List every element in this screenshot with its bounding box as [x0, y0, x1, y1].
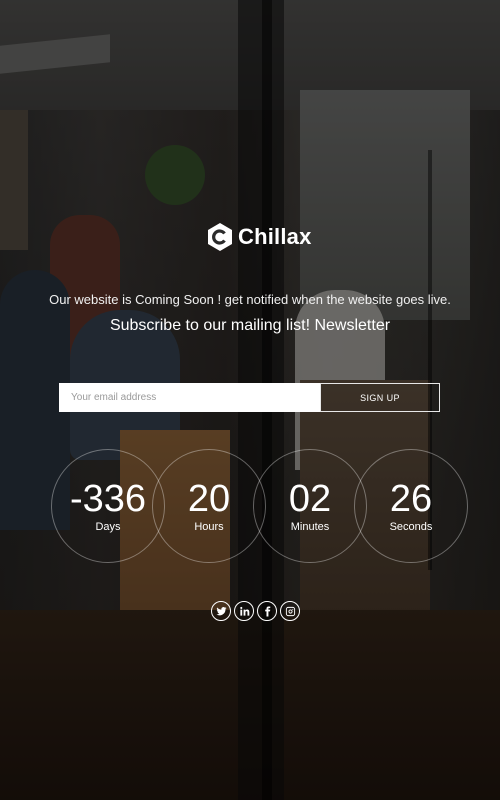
countdown-days: -336 Days [51, 449, 165, 563]
countdown-days-label: Days [95, 521, 121, 533]
brand-name: Chillax [238, 224, 312, 249]
newsletter-form: SIGN UP [59, 383, 440, 412]
social-links [211, 601, 300, 621]
facebook-link[interactable] [257, 601, 277, 621]
brand-logo[interactable]: Chillax [207, 222, 312, 252]
countdown-seconds: 26 Seconds [354, 449, 468, 563]
logo-mark-icon [208, 223, 232, 251]
countdown-hours-value: 20 [187, 478, 231, 520]
countdown-seconds-label: Seconds [389, 521, 433, 533]
countdown-days-value: -336 [69, 478, 147, 520]
countdown-seconds-value: 26 [389, 478, 433, 520]
countdown-minutes-label: Minutes [290, 521, 330, 533]
linkedin-link[interactable] [234, 601, 254, 621]
tagline: Our website is Coming Soon ! get notifie… [49, 292, 451, 307]
instagram-icon [285, 606, 295, 616]
linkedin-icon [239, 606, 249, 616]
facebook-icon [264, 605, 270, 617]
email-input[interactable] [59, 383, 320, 412]
countdown-hours-label: Hours [194, 521, 224, 533]
signup-button[interactable]: SIGN UP [320, 383, 440, 412]
countdown-minutes: 02 Minutes [253, 449, 367, 563]
coming-soon-content: Chillax Our website is Coming Soon ! get… [0, 0, 500, 800]
twitter-link[interactable] [211, 601, 231, 621]
twitter-icon [215, 606, 227, 615]
subscribe-heading: Subscribe to our mailing list! Newslette… [109, 317, 391, 334]
countdown: -336 Days 20 Hours 02 Minutes 26 Seconds [51, 449, 471, 563]
countdown-hours: 20 Hours [152, 449, 266, 563]
instagram-link[interactable] [280, 601, 300, 621]
countdown-minutes-value: 02 [288, 478, 332, 520]
